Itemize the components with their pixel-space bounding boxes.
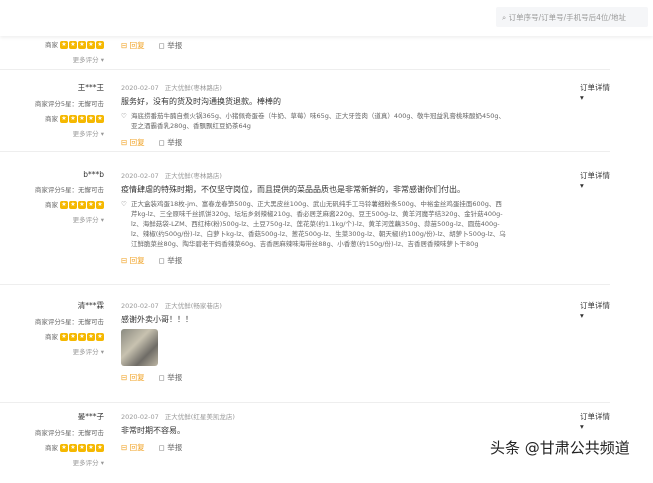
reply-button[interactable]: ⊟ 回复 [121, 443, 145, 452]
reply-button[interactable]: ⊟ 回复 [121, 373, 145, 382]
more-ratings-link[interactable]: 更多评分 ▾ [0, 346, 104, 356]
merchant-score-text: 商家评分5星：无懈可击 [34, 429, 104, 437]
search-placeholder: 订单序号/订单号/手机号后4位/地址 [508, 13, 626, 22]
report-button[interactable]: ◻ 举报 [159, 256, 183, 265]
merchant-label: 商家 [45, 444, 58, 452]
order-detail-dropdown[interactable]: 订单详情 ▾ [580, 82, 610, 102]
search-input[interactable]: ⌕ 订单序号/订单号/手机号后4位/地址 [496, 7, 648, 27]
review-comment: 疫情肆虐的特殊时期，不仅坚守岗位，而且提供的菜品品质也是非常新鲜的，非常感谢你们… [121, 185, 465, 194]
username: b***b [83, 170, 104, 179]
thumbs-up-icon: ♡ [121, 200, 127, 208]
review-date: 2020-02-07 [121, 302, 159, 310]
review-comment: 感谢外卖小哥！！！ [121, 315, 193, 324]
review-date: 2020-02-07 [121, 84, 159, 92]
star-rating: ★ ★ ★ ★ ★ [60, 201, 104, 209]
reply-button[interactable]: ⊟ 回复 [121, 41, 145, 50]
store-name: 正大优鲜(枣林路店) [164, 84, 222, 92]
star-rating: ★ ★ ★ ★ ★ [60, 41, 104, 49]
username: 清***霖 [77, 301, 104, 310]
more-ratings-link[interactable]: 更多评分 ▾ [0, 457, 104, 467]
header: ⌕ 订单序号/订单号/手机号后4位/地址 [0, 0, 653, 36]
thumbs-up-icon: ♡ [121, 112, 127, 120]
review-row: b***b 商家评分5星：无懈可击 商家 ★ ★ ★ ★ ★ 更多评分 ▾ 2020-02… [0, 160, 610, 285]
report-button[interactable]: ◻ 举报 [159, 373, 183, 382]
review-photo[interactable] [121, 329, 158, 366]
review-row: 王***王 商家评分5星：无懈可击 商家 ★ ★ ★ ★ ★ 更多评分 ▾ 2020-02… [0, 70, 610, 152]
merchant-label: 商家 [45, 41, 58, 49]
store-name: 正大优鲜(红星美凯龙店) [164, 413, 235, 421]
watermark: 头条 @甘肃公共频道 [490, 439, 630, 457]
merchant-score-text: 商家评分5星：无懈可击 [34, 186, 104, 194]
review-date: 2020-02-07 [121, 413, 159, 421]
ordered-goods: 正大盒装鸡蛋18枚-jm、富春龙春笋500g、正大黑皮丝100g、武山无矾纯手工… [131, 200, 506, 248]
more-ratings-link[interactable]: 更多评分 ▾ [0, 214, 104, 224]
report-button[interactable]: ◻ 举报 [159, 41, 183, 50]
merchant-label: 商家 [45, 201, 58, 209]
review-comment: 非常时期不容易。 [121, 426, 185, 435]
report-button[interactable]: ◻ 举报 [159, 443, 183, 452]
store-name: 正大优鲜(枣林路店) [164, 172, 222, 180]
reply-button[interactable]: ⊟ 回复 [121, 256, 145, 265]
username: 王***王 [77, 83, 104, 92]
more-ratings-link[interactable]: 更多评分 ▾ [0, 54, 104, 64]
star-rating: ★ ★ ★ ★ ★ [60, 333, 104, 341]
username: 晏***子 [77, 412, 104, 421]
merchant-score-text: 商家评分5星：无懈可击 [34, 318, 104, 326]
review-date: 2020-02-07 [121, 172, 159, 180]
ordered-goods: 海底捞番茄牛腩自煮火锅365g、小猪佩奇蛋卷（牛奶、草莓）味65g、正大牙签肉（… [131, 112, 505, 130]
search-icon: ⌕ [502, 13, 509, 22]
report-button[interactable]: ◻ 举报 [159, 138, 183, 147]
more-ratings-link[interactable]: 更多评分 ▾ [0, 128, 104, 138]
star-rating: ★ ★ ★ ★ ★ [60, 444, 104, 452]
order-detail-dropdown[interactable]: 订单详情 ▾ [580, 411, 610, 431]
review-comment: 服务好，没有的货及时沟通换货退款。棒棒的 [121, 97, 281, 106]
merchant-score-text: 商家评分5星：无懈可击 [34, 100, 104, 108]
star-rating: ★ ★ ★ ★ ★ [60, 115, 104, 123]
order-detail-dropdown[interactable]: 订单详情 ▾ [580, 170, 610, 190]
merchant-label: 商家 [45, 333, 58, 341]
store-name: 正大优鲜(畅家巷店) [164, 302, 222, 310]
merchant-label: 商家 [45, 115, 58, 123]
order-detail-dropdown[interactable]: 订单详情 ▾ [580, 300, 610, 320]
review-row: 清***霖 商家评分5星：无懈可击 商家 ★ ★ ★ ★ ★ 更多评分 ▾ 2020-02… [0, 290, 610, 403]
reply-button[interactable]: ⊟ 回复 [121, 138, 145, 147]
